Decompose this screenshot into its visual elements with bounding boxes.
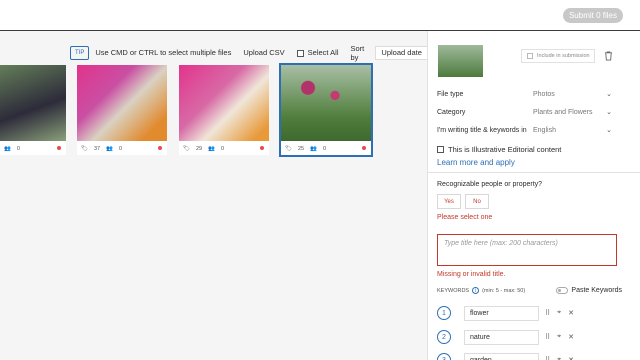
file-type-value: Photos bbox=[533, 90, 555, 98]
chevron-down-icon: ⌄ bbox=[606, 109, 612, 116]
thumbnail-image bbox=[0, 65, 66, 141]
title-input[interactable]: Type title here (max: 200 characters) bbox=[437, 234, 617, 266]
thumbnail-card[interactable]: 🏷 37 👥 0 bbox=[77, 65, 167, 155]
keywords-range: (min: 5 - max: 50) bbox=[482, 287, 526, 294]
tag-icon: 🏷 bbox=[81, 146, 88, 152]
selected-preview-image bbox=[438, 45, 483, 77]
keyword-row: 1 flower ⠿ ⌖ ✕ bbox=[437, 305, 587, 321]
keyword-count: 29 bbox=[195, 146, 203, 152]
paste-keywords-label: Paste Keywords bbox=[571, 287, 622, 294]
info-icon[interactable]: i bbox=[472, 287, 480, 294]
language-value: English bbox=[533, 126, 556, 134]
people-icon: 👥 bbox=[208, 146, 215, 152]
keyword-field[interactable]: nature bbox=[464, 329, 539, 345]
keyword-index: 2 bbox=[437, 330, 451, 344]
top-bar: Submit 0 files bbox=[0, 0, 640, 31]
sort-select-value: Upload date bbox=[381, 48, 422, 57]
chevron-down-icon: ⌄ bbox=[606, 127, 612, 134]
yes-button[interactable]: Yes bbox=[437, 194, 461, 209]
status-dot bbox=[260, 146, 264, 150]
category-row[interactable]: Category Plants and Flowers ⌄ bbox=[437, 106, 612, 118]
tag-icon: 🏷 bbox=[183, 146, 190, 152]
keyword-index: 1 bbox=[437, 306, 451, 320]
keyword-row: 2 nature ⠿ ⌖ ✕ bbox=[437, 329, 587, 345]
keywords-label: KEYWORDS bbox=[437, 287, 470, 294]
close-icon[interactable]: ✕ bbox=[568, 309, 574, 317]
title-error: Missing or invalid title. bbox=[437, 271, 506, 278]
submit-files-button[interactable]: Submit 0 files bbox=[562, 8, 623, 23]
file-type-row[interactable]: File type Photos ⌄ bbox=[437, 88, 612, 100]
thumbnail-image bbox=[281, 65, 371, 141]
pin-icon[interactable]: ⌖ bbox=[557, 309, 561, 317]
thumbnail-meta: 🏷 37 👥 0 bbox=[81, 146, 122, 152]
thumbnail-meta: 🏷 25 👥 0 bbox=[285, 146, 326, 152]
grid-toolbar: TIP Use CMD or CTRL to select multiple f… bbox=[70, 43, 441, 62]
editorial-checkbox[interactable] bbox=[437, 146, 444, 153]
keyword-row: 3 garden ⠿ ⌖ ✕ bbox=[437, 352, 587, 360]
no-button[interactable]: No bbox=[465, 194, 489, 209]
close-icon[interactable]: ✕ bbox=[568, 356, 574, 360]
drag-handle-icon[interactable]: ⠿ bbox=[545, 333, 550, 341]
thumbnail-card-selected[interactable]: 🏷 25 👥 0 bbox=[279, 63, 373, 157]
keyword-field[interactable]: garden bbox=[464, 352, 539, 360]
keywords-header: KEYWORDS i (min: 5 - max: 50) Paste Keyw… bbox=[437, 287, 622, 294]
include-checkbox[interactable] bbox=[527, 53, 533, 59]
file-grid-area: TIP Use CMD or CTRL to select multiple f… bbox=[0, 31, 441, 360]
status-dot bbox=[362, 146, 366, 150]
thumbnail-meta: 👥 0 bbox=[4, 146, 20, 152]
include-label: Include in submission bbox=[537, 53, 590, 59]
pin-icon[interactable]: ⌖ bbox=[557, 333, 561, 341]
language-row[interactable]: I'm writing title & keywords in English … bbox=[437, 124, 612, 136]
keyword-field[interactable]: flower bbox=[464, 305, 539, 321]
people-icon: 👥 bbox=[310, 146, 317, 152]
thumbnail-image bbox=[77, 65, 167, 141]
people-count: 0 bbox=[322, 146, 327, 152]
details-panel: Include in submission File type Photos ⌄… bbox=[427, 31, 640, 360]
people-count: 0 bbox=[220, 146, 225, 152]
learn-more-link[interactable]: Learn more and apply bbox=[437, 158, 515, 167]
thumbnail-card[interactable]: 👥 0 bbox=[0, 65, 66, 155]
people-icon: 👥 bbox=[4, 146, 11, 152]
thumbnail-image bbox=[179, 65, 269, 141]
people-count: 0 bbox=[16, 146, 20, 152]
status-dot bbox=[57, 146, 61, 150]
select-all-label: Select All bbox=[307, 48, 339, 57]
people-icon: 👥 bbox=[106, 146, 113, 152]
select-all-checkbox[interactable] bbox=[296, 49, 304, 57]
pin-icon[interactable]: ⌖ bbox=[557, 356, 561, 360]
file-type-label: File type bbox=[437, 90, 464, 98]
select-all-toggle[interactable]: Select All bbox=[296, 48, 339, 57]
close-icon[interactable]: ✕ bbox=[568, 333, 574, 341]
trash-icon[interactable] bbox=[604, 51, 613, 61]
tip-badge: TIP bbox=[70, 45, 90, 60]
language-label: I'm writing title & keywords in bbox=[437, 126, 527, 134]
select-one-error: Please select one bbox=[437, 214, 493, 221]
section-divider bbox=[428, 172, 640, 173]
tag-icon: 🏷 bbox=[285, 146, 292, 152]
editorial-option[interactable]: This is Illustrative Editorial content bbox=[437, 145, 561, 154]
status-dot bbox=[158, 146, 162, 150]
thumbnail-meta: 🏷 29 👥 0 bbox=[183, 146, 224, 152]
thumbnail-card[interactable]: 🏷 29 👥 0 bbox=[179, 65, 269, 155]
editorial-label: This is Illustrative Editorial content bbox=[448, 145, 562, 154]
drag-handle-icon[interactable]: ⠿ bbox=[545, 356, 550, 360]
keyword-index: 3 bbox=[437, 353, 451, 360]
multi-select-hint: Use CMD or CTRL to select multiple files bbox=[95, 48, 232, 57]
sort-by-label: Sort by bbox=[350, 43, 365, 62]
category-label: Category bbox=[437, 108, 466, 116]
people-count: 0 bbox=[118, 146, 123, 152]
chevron-down-icon: ⌄ bbox=[606, 91, 612, 98]
upload-csv-link[interactable]: Upload CSV bbox=[243, 48, 284, 57]
keyword-count: 25 bbox=[297, 146, 305, 152]
include-in-submission[interactable]: Include in submission bbox=[521, 49, 595, 63]
paste-keywords-toggle[interactable]: Paste Keywords bbox=[556, 287, 622, 294]
keyword-count: 37 bbox=[93, 146, 101, 152]
drag-handle-icon[interactable]: ⠿ bbox=[545, 309, 550, 317]
recognizable-question: Recognizable people or property? bbox=[437, 181, 543, 188]
category-value: Plants and Flowers bbox=[533, 108, 593, 116]
toggle-switch[interactable] bbox=[556, 287, 569, 294]
